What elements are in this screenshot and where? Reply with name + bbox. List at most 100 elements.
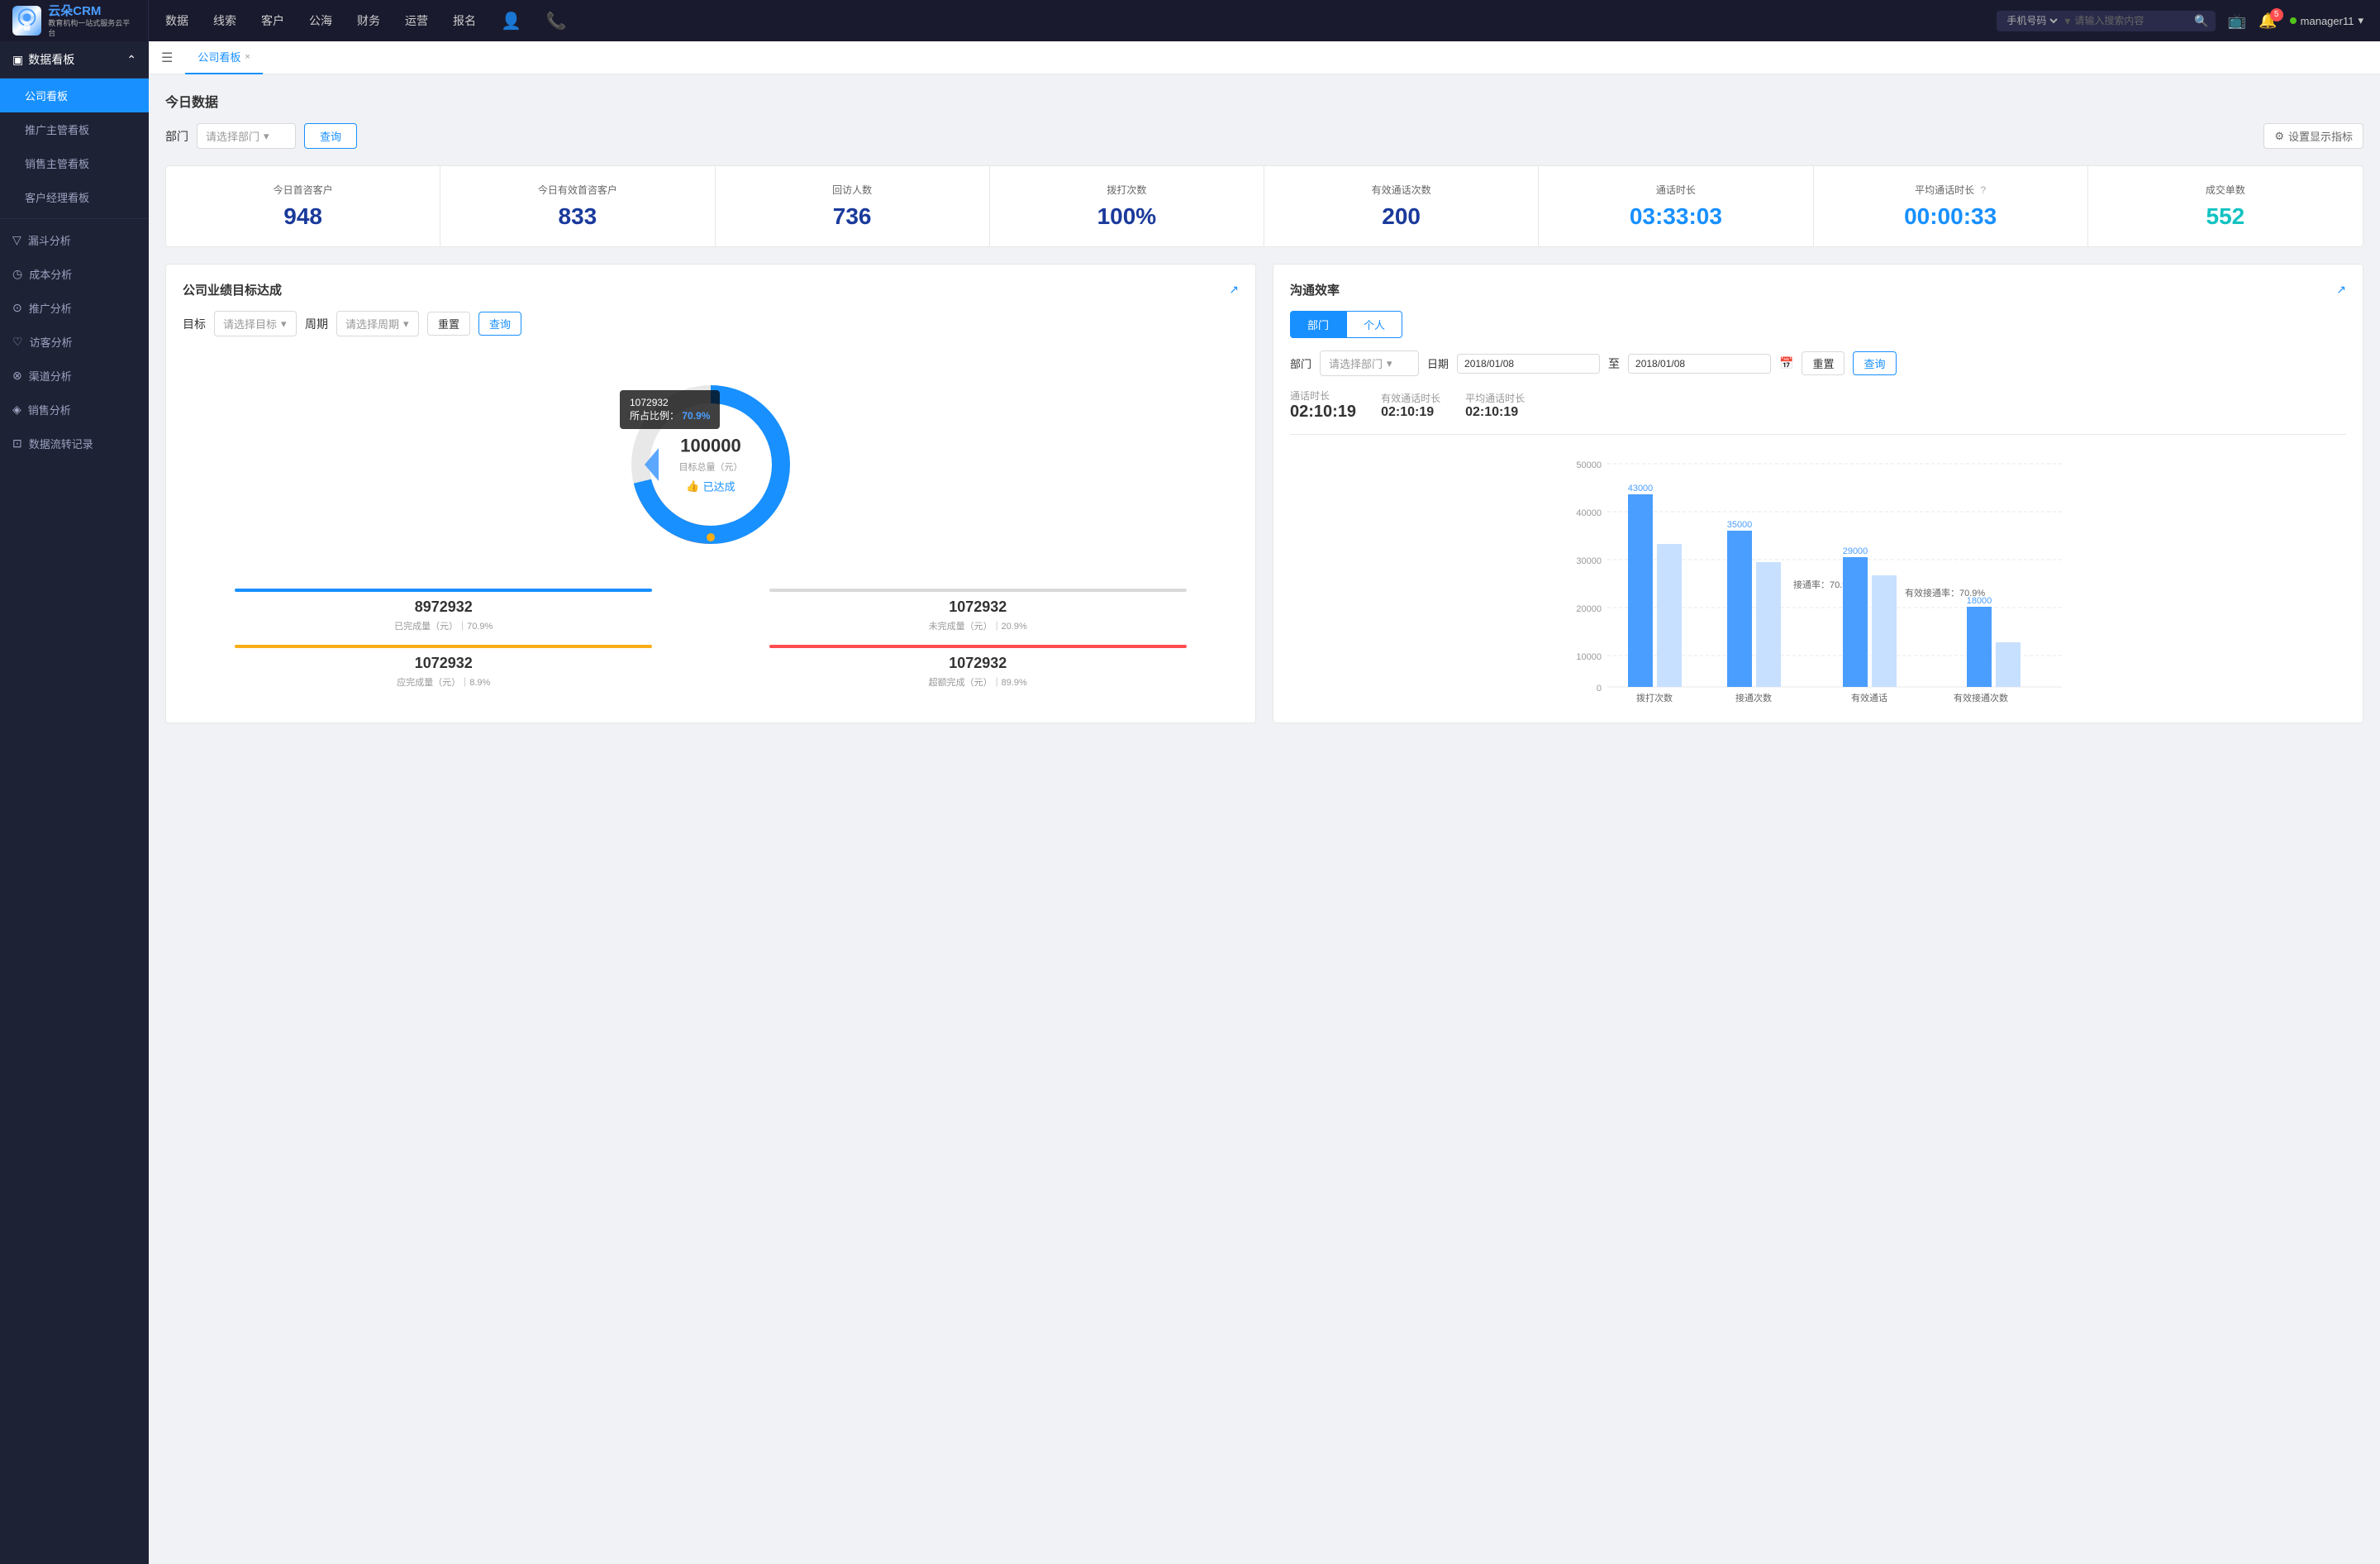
stat-value-3: 100% bbox=[1002, 203, 1251, 230]
sidebar-divider bbox=[0, 218, 149, 219]
sidebar-collapse-icon[interactable]: ⌃ bbox=[126, 53, 136, 67]
calendar-icon[interactable]: 📅 bbox=[1779, 356, 1793, 370]
comm-panel-title: 沟通效率 bbox=[1290, 281, 1340, 298]
goal-select[interactable]: 请选择目标 ▾ bbox=[214, 311, 297, 336]
user-dropdown-arrow[interactable]: ▾ bbox=[2358, 14, 2363, 27]
svg-text:接通次数: 接通次数 bbox=[1735, 692, 1772, 703]
nav-registration[interactable]: 报名 bbox=[453, 8, 476, 33]
goal-stat-value-3: 1072932 bbox=[717, 655, 1240, 672]
comm-date-label: 日期 bbox=[1427, 355, 1449, 371]
dept-select-arrow-icon: ▾ bbox=[264, 130, 269, 143]
today-query-button[interactable]: 查询 bbox=[304, 123, 357, 149]
comm-query-button[interactable]: 查询 bbox=[1853, 351, 1896, 375]
sidebar-item-promo-analysis[interactable]: ⊙ 推广分析 bbox=[0, 291, 149, 325]
sidebar-item-company-board[interactable]: 公司看板 bbox=[0, 79, 149, 112]
comm-tab-personal[interactable]: 个人 bbox=[1346, 311, 1402, 338]
sales-label: 销售分析 bbox=[28, 402, 71, 417]
notification-bell-icon[interactable]: 🔔 5 bbox=[2259, 12, 2277, 30]
comm-tabs: 部门 个人 bbox=[1290, 311, 2346, 338]
nav-sea[interactable]: 公海 bbox=[309, 8, 332, 33]
settings-icon: ⚙ bbox=[2274, 130, 2284, 143]
goal-expand-icon[interactable]: ↗ bbox=[1229, 283, 1239, 297]
sidebar-item-data-flow[interactable]: ⊡ 数据流转记录 bbox=[0, 427, 149, 460]
tab-close-icon[interactable]: × bbox=[245, 52, 250, 62]
goal-panel-header: 公司业绩目标达成 ↗ bbox=[183, 281, 1239, 298]
main-layout: ▣ 数据看板 ⌃ 公司看板 推广主管看板 销售主管看板 客户经理看板 ▽ 漏斗分… bbox=[0, 41, 2380, 1564]
nav-finance[interactable]: 财务 bbox=[357, 8, 380, 33]
stat-value-6: 00:00:33 bbox=[1826, 203, 2075, 230]
stat-label-5: 通话时长 bbox=[1551, 183, 1800, 197]
comm-panel: 沟通效率 ↗ 部门 个人 部门 请选择部门 ▾ 日期 bbox=[1273, 264, 2363, 723]
nav-items: 数据 线索 客户 公海 财务 运营 报名 👤 📞 bbox=[149, 8, 1997, 33]
sidebar-item-promo-board[interactable]: 推广主管看板 bbox=[0, 112, 149, 146]
goal-bar-1 bbox=[769, 589, 1187, 592]
stat-value-7: 552 bbox=[2101, 203, 2350, 230]
comm-expand-icon[interactable]: ↗ bbox=[2336, 283, 2346, 297]
goal-stat-label-2: 应完成量（元）｜8.9% bbox=[183, 675, 705, 689]
search-type-select[interactable]: 手机号码 bbox=[2003, 14, 2060, 27]
nav-data[interactable]: 数据 bbox=[165, 8, 188, 33]
goal-reset-button[interactable]: 重置 bbox=[427, 312, 470, 336]
date-from-input[interactable] bbox=[1457, 354, 1600, 374]
hamburger-menu-icon[interactable]: ☰ bbox=[161, 50, 173, 66]
svg-text:20000: 20000 bbox=[1576, 604, 1602, 614]
comm-reset-button[interactable]: 重置 bbox=[1802, 351, 1844, 375]
person-icon[interactable]: 👤 bbox=[501, 11, 521, 31]
comm-tab-dept[interactable]: 部门 bbox=[1290, 311, 1346, 338]
phone-icon[interactable]: 📞 bbox=[546, 11, 567, 31]
time-stat-label-1: 有效通话时长 bbox=[1381, 391, 1440, 405]
sidebar-item-funnel[interactable]: ▽ 漏斗分析 bbox=[0, 223, 149, 257]
comm-dept-select-text: 请选择部门 bbox=[1329, 355, 1383, 371]
comm-dept-select[interactable]: 请选择部门 ▾ bbox=[1320, 350, 1419, 376]
period-select[interactable]: 请选择周期 ▾ bbox=[336, 311, 419, 336]
bar-effective-connect-light bbox=[1996, 642, 2021, 687]
period-select-text: 请选择周期 bbox=[345, 316, 399, 331]
svg-text:40000: 40000 bbox=[1576, 508, 1602, 518]
sidebar-item-manager-board[interactable]: 客户经理看板 bbox=[0, 180, 149, 214]
nav-operations[interactable]: 运营 bbox=[405, 8, 428, 33]
channel-icon: ⊗ bbox=[12, 369, 22, 383]
date-to-input[interactable] bbox=[1628, 354, 1771, 374]
sidebar-item-channel[interactable]: ⊗ 渠道分析 bbox=[0, 359, 149, 393]
tooltip-ratio-label: 所占比例： bbox=[630, 410, 679, 422]
stat-value-4: 200 bbox=[1277, 203, 1526, 230]
stat-label-7: 成交单数 bbox=[2101, 183, 2350, 197]
nav-leads[interactable]: 线索 bbox=[213, 8, 236, 33]
dept-select[interactable]: 请选择部门 ▾ bbox=[197, 123, 296, 149]
stat-label-2: 回访人数 bbox=[728, 183, 977, 197]
sales-icon: ◈ bbox=[12, 403, 21, 417]
notification-badge: 5 bbox=[2270, 8, 2283, 21]
tab-company-board[interactable]: 公司看板 × bbox=[185, 41, 262, 74]
time-stat-1: 有效通话时长 02:10:19 bbox=[1381, 391, 1440, 420]
date-separator: 至 bbox=[1608, 355, 1620, 372]
tablet-icon[interactable]: 📺 bbox=[2228, 12, 2246, 30]
cost-icon: ◷ bbox=[12, 267, 22, 281]
tab-bar: ☰ 公司看板 × bbox=[149, 41, 2380, 74]
today-section-title: 今日数据 bbox=[165, 91, 2363, 111]
settings-button[interactable]: ⚙ 设置显示指标 bbox=[2263, 123, 2363, 149]
search-button[interactable]: 🔍 bbox=[2194, 14, 2208, 28]
time-stat-value-2: 02:10:19 bbox=[1465, 405, 1525, 420]
sidebar-item-visitor[interactable]: ♡ 访客分析 bbox=[0, 325, 149, 359]
user-info[interactable]: manager11 ▾ bbox=[2290, 14, 2363, 27]
nav-customers[interactable]: 客户 bbox=[261, 8, 284, 33]
promo-icon: ⊙ bbox=[12, 301, 22, 315]
funnel-icon: ▽ bbox=[12, 233, 21, 247]
channel-label: 渠道分析 bbox=[29, 368, 72, 384]
goal-query-button[interactable]: 查询 bbox=[478, 312, 521, 336]
bar-dial-light bbox=[1657, 544, 1682, 687]
svg-text:43000: 43000 bbox=[1628, 484, 1654, 494]
stat-value-0: 948 bbox=[178, 203, 427, 230]
svg-text:10000: 10000 bbox=[1576, 652, 1602, 662]
sidebar: ▣ 数据看板 ⌃ 公司看板 推广主管看板 销售主管看板 客户经理看板 ▽ 漏斗分… bbox=[0, 41, 149, 1564]
sidebar-item-sales-board[interactable]: 销售主管看板 bbox=[0, 146, 149, 180]
sidebar-item-sales-analysis[interactable]: ◈ 销售分析 bbox=[0, 393, 149, 427]
goal-panel: 公司业绩目标达成 ↗ 目标 请选择目标 ▾ 周期 请选择周期 ▾ bbox=[165, 264, 1256, 723]
search-input[interactable] bbox=[2074, 15, 2190, 26]
sidebar-item-cost[interactable]: ◷ 成本分析 bbox=[0, 257, 149, 291]
sidebar-section-header[interactable]: ▣ 数据看板 ⌃ bbox=[0, 41, 149, 79]
today-filter-bar: 部门 请选择部门 ▾ 查询 ⚙ 设置显示指标 bbox=[165, 123, 2363, 149]
today-data-section: 今日数据 部门 请选择部门 ▾ 查询 ⚙ 设置显示指标 bbox=[165, 91, 2363, 247]
page-content: 今日数据 部门 请选择部门 ▾ 查询 ⚙ 设置显示指标 bbox=[149, 74, 2380, 740]
tooltip-ratio: 70.9% bbox=[682, 410, 710, 422]
